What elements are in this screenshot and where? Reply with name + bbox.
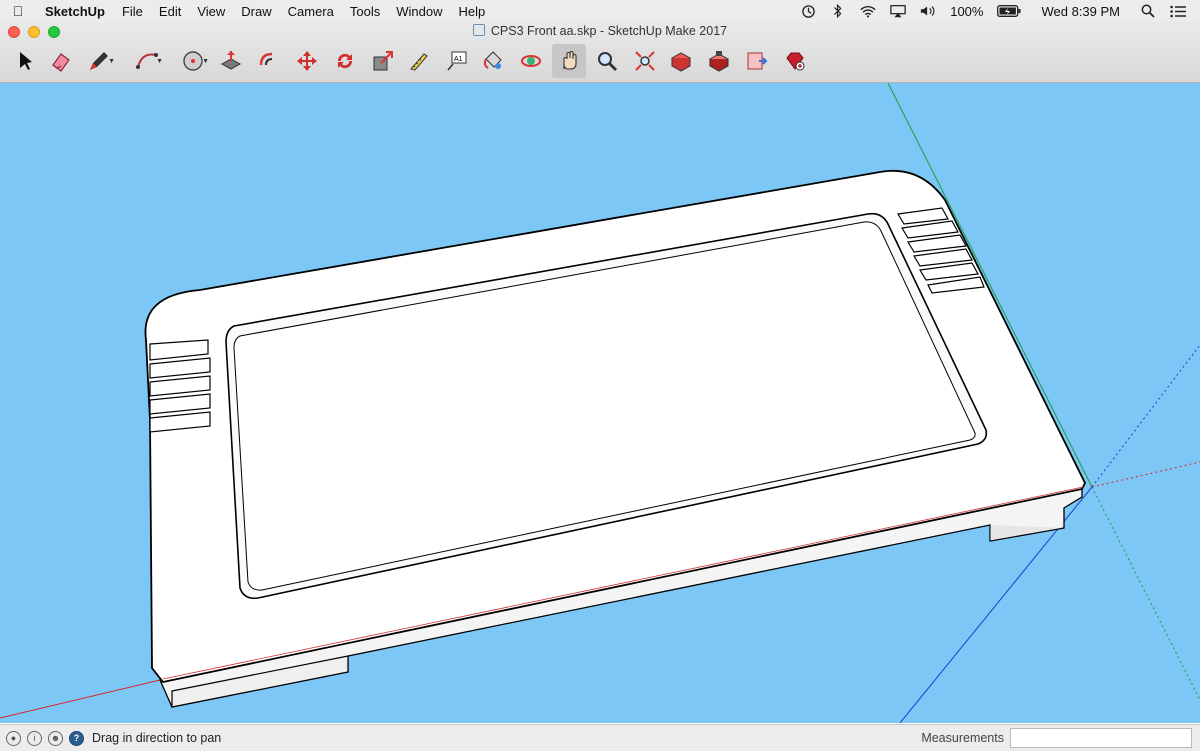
toolbar: ▼ ▼ ▼ A1: [0, 42, 1200, 80]
extension-warehouse-icon: [708, 51, 730, 72]
rotate-tool-button[interactable]: [328, 44, 362, 78]
orbit-tool-button[interactable]: [514, 44, 548, 78]
tape-measure-icon: [410, 53, 428, 71]
airplay-icon[interactable]: [890, 4, 906, 18]
ruby-gem-icon: [786, 52, 805, 71]
wifi-icon[interactable]: [860, 4, 876, 18]
help-icon[interactable]: ?: [69, 730, 84, 746]
status-bar: ● i ☻ ? Drag in direction to pan Measure…: [0, 724, 1200, 751]
model-scene: [0, 83, 1200, 723]
model-cartridge-front: [144, 170, 1087, 708]
menu-view[interactable]: View: [189, 4, 233, 19]
close-window-button[interactable]: [8, 26, 20, 38]
app-menu[interactable]: SketchUp: [36, 4, 114, 19]
magnifier-icon: [598, 52, 618, 72]
select-tool-button[interactable]: [8, 44, 42, 78]
menu-edit[interactable]: Edit: [151, 4, 189, 19]
move-icon: [297, 51, 317, 71]
battery-icon[interactable]: [997, 4, 1021, 18]
zoom-extents-tool-button[interactable]: [628, 44, 662, 78]
spotlight-search-icon[interactable]: [1140, 4, 1156, 18]
red-axis: [0, 679, 161, 719]
scale-icon: [373, 51, 393, 71]
offset-tool-button[interactable]: [252, 44, 286, 78]
green-axis-hidden: [1091, 486, 1200, 701]
paint-bucket-tool-button[interactable]: [476, 44, 510, 78]
arc-tool-button[interactable]: ▼: [130, 44, 164, 78]
eraser-icon: [52, 53, 70, 72]
send-to-layout-tool-button[interactable]: [740, 44, 774, 78]
measurements-input[interactable]: [1010, 728, 1192, 748]
window-title: CPS3 Front aa.skp - SketchUp Make 2017: [490, 24, 728, 38]
extension-manager-tool-button[interactable]: [778, 44, 812, 78]
rotate-icon: [337, 53, 353, 69]
3d-viewport[interactable]: [0, 83, 1200, 723]
arrow-cursor-icon: [20, 52, 32, 70]
blue-axis-hidden: [1091, 344, 1200, 488]
minimize-window-button[interactable]: [28, 26, 40, 38]
measurements-label: Measurements: [921, 731, 1004, 745]
text-icon: A1: [447, 51, 467, 71]
menu-bar:  SketchUp File Edit View Draw Camera To…: [0, 0, 1200, 23]
geo-location-icon[interactable]: ●: [6, 730, 21, 746]
menu-camera[interactable]: Camera: [280, 4, 342, 19]
svg-text:A1: A1: [454, 56, 463, 63]
paint-bucket-icon: [483, 51, 502, 69]
menu-draw[interactable]: Draw: [233, 4, 279, 19]
apple-menu-icon[interactable]: : [0, 3, 36, 19]
move-tool-button[interactable]: [290, 44, 324, 78]
zoom-extents-icon: [635, 51, 655, 71]
tape-measure-tool-button[interactable]: [402, 44, 436, 78]
notification-center-icon[interactable]: [1170, 4, 1186, 18]
window-chrome: CPS3 Front aa.skp - SketchUp Make 2017 ▼…: [0, 22, 1200, 83]
document-icon: [472, 24, 485, 36]
fullscreen-window-button[interactable]: [48, 26, 60, 38]
chevron-down-icon[interactable]: ▼: [202, 58, 209, 65]
chevron-down-icon[interactable]: ▼: [156, 58, 163, 65]
menu-help[interactable]: Help: [450, 4, 493, 19]
chevron-down-icon[interactable]: ▼: [108, 58, 115, 65]
menu-tools[interactable]: Tools: [342, 4, 388, 19]
3d-warehouse-tool-button[interactable]: [664, 44, 698, 78]
pan-tool-button[interactable]: [552, 44, 586, 78]
shapes-tool-button[interactable]: ▼: [176, 44, 210, 78]
status-hint: Drag in direction to pan: [92, 731, 222, 745]
layout-icon: [747, 52, 768, 70]
clock[interactable]: Wed 8:39 PM: [1041, 4, 1120, 19]
bluetooth-icon[interactable]: [830, 4, 846, 18]
volume-icon[interactable]: [920, 4, 936, 18]
extension-warehouse-tool-button[interactable]: [702, 44, 736, 78]
warehouse-icon: [670, 52, 692, 72]
battery-percent: 100%: [950, 3, 984, 19]
scale-tool-button[interactable]: [366, 44, 400, 78]
text-tool-button[interactable]: A1: [440, 44, 474, 78]
time-machine-icon[interactable]: [800, 4, 816, 18]
menu-window[interactable]: Window: [388, 4, 450, 19]
menu-file[interactable]: File: [114, 4, 151, 19]
zoom-tool-button[interactable]: [590, 44, 624, 78]
hand-pan-icon: [563, 51, 577, 70]
user-account-icon[interactable]: ☻: [48, 730, 63, 746]
orbit-icon: [521, 55, 541, 67]
eraser-tool-button[interactable]: [44, 44, 78, 78]
credits-icon[interactable]: i: [27, 730, 42, 746]
push-pull-tool-button[interactable]: [214, 44, 248, 78]
push-pull-icon: [220, 51, 242, 70]
offset-icon: [259, 52, 273, 66]
title-bar[interactable]: CPS3 Front aa.skp - SketchUp Make 2017: [0, 22, 1200, 40]
line-tool-button[interactable]: ▼: [82, 44, 116, 78]
